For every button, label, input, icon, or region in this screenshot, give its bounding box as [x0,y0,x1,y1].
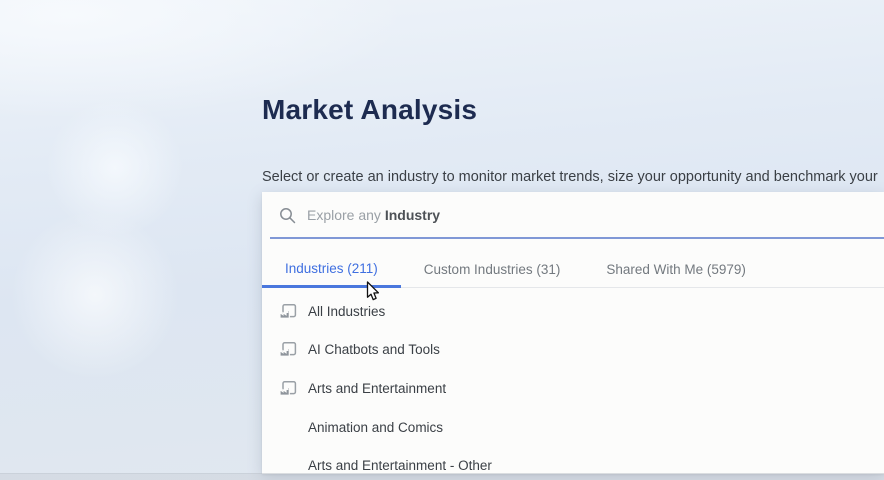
tab-shared-with-me[interactable]: Shared With Me (5979) [583,239,769,288]
list-item-all-industries[interactable]: All Industries [262,292,884,331]
industry-list: All Industries AI Chatbots and Tools Art… [262,288,884,474]
tab-custom-industries[interactable]: Custom Industries (31) [401,239,584,288]
industry-icon [278,379,297,398]
industry-search-input[interactable]: Explore any Industry [262,192,884,239]
list-item-arts-and-entertainment[interactable]: Arts and Entertainment [262,369,884,408]
list-item-ai-chatbots-and-tools[interactable]: AI Chatbots and Tools [262,331,884,370]
page-subtitle: Select or create an industry to monitor … [262,168,884,187]
industry-icon [278,340,297,359]
industry-icon [278,302,297,321]
industry-tabs: Industries (211) Custom Industries (31) … [262,239,884,288]
industry-explorer-panel: Explore any Industry Industries (211) Cu… [262,192,884,474]
page-title: Market Analysis [262,92,477,128]
search-icon [279,207,296,224]
search-placeholder: Explore any Industry [307,192,440,239]
market-analysis-screen: Market Analysis Select or create an indu… [0,0,884,480]
list-item-animation-and-comics[interactable]: Animation and Comics [262,408,884,447]
mouse-cursor-icon [366,281,380,302]
list-item-arts-and-entertainment-other[interactable]: Arts and Entertainment - Other [262,446,884,474]
panel-bottom-edge [0,473,884,480]
